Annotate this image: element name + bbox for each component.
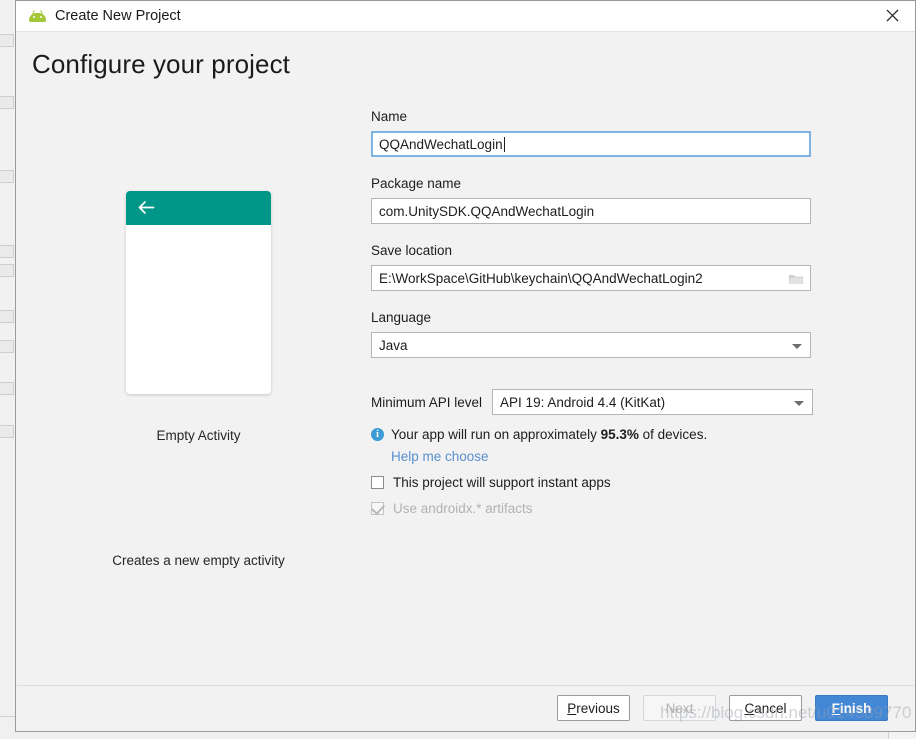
finish-button-mnemonic: F	[831, 700, 840, 716]
project-config-form: Name QQAndWechatLogin Package name com.U…	[371, 109, 816, 516]
language-label: Language	[371, 310, 432, 325]
save-location-label: Save location	[371, 243, 453, 258]
close-icon[interactable]	[870, 1, 915, 30]
dialog-button-bar: Previous Next Cancel Finish	[16, 695, 915, 733]
name-input-value: QQAndWechatLogin	[379, 136, 503, 152]
min-api-level-value: API 19: Android 4.4 (KitKat)	[500, 394, 666, 410]
device-coverage-prefix: Your app will run on approximately	[391, 427, 601, 442]
name-input[interactable]: QQAndWechatLogin	[371, 131, 811, 157]
device-coverage-suffix: of devices.	[638, 427, 708, 442]
cancel-button-label: ancel	[754, 700, 787, 716]
instant-apps-row[interactable]: This project will support instant apps	[371, 475, 816, 490]
preview-appbar	[126, 191, 271, 225]
template-preview-panel: Empty Activity Creates a new empty activ…	[16, 191, 381, 568]
check-icon	[371, 500, 385, 516]
package-name-input-value: com.UnitySDK.QQAndWechatLogin	[379, 203, 595, 219]
previous-button[interactable]: Previous	[557, 695, 630, 721]
previous-button-label: revious	[576, 700, 620, 716]
background-tab	[0, 310, 14, 323]
folder-open-icon[interactable]	[788, 272, 804, 288]
next-button-label: Next	[665, 700, 694, 716]
background-tab	[0, 34, 14, 47]
language-select-value: Java	[379, 337, 408, 353]
package-name-input[interactable]: com.UnitySDK.QQAndWechatLogin	[371, 198, 811, 224]
field-name: Name QQAndWechatLogin	[371, 109, 816, 157]
cancel-button[interactable]: Cancel	[729, 695, 802, 721]
chevron-down-icon	[794, 401, 805, 406]
save-location-input[interactable]: E:\WorkSpace\GitHub\keychain\QQAndWechat…	[371, 265, 811, 291]
field-min-api-level: Minimum API level API 19: Android 4.4 (K…	[371, 389, 816, 415]
min-api-level-select[interactable]: API 19: Android 4.4 (KitKat)	[492, 389, 814, 415]
name-label: Name	[371, 109, 408, 124]
chevron-down-icon	[792, 344, 802, 349]
field-language: Language Java	[371, 310, 816, 358]
background-tab	[0, 382, 14, 395]
dialog-title: Create New Project	[55, 8, 181, 24]
background-tab	[0, 264, 14, 277]
androidx-label: Use androidx.* artifacts	[393, 501, 533, 516]
footer-divider	[17, 685, 914, 686]
cancel-button-mnemonic: C	[744, 700, 755, 716]
activity-preview-image	[126, 191, 271, 394]
background-tab	[0, 425, 14, 438]
instant-apps-label: This project will support instant apps	[393, 475, 611, 490]
background-tab	[0, 170, 14, 183]
template-name-label: Empty Activity	[156, 428, 241, 443]
text-caret	[503, 136, 505, 152]
android-robot-icon	[29, 9, 46, 22]
device-coverage-info: i Your app will run on approximately 95.…	[371, 427, 816, 442]
page-title: Configure your project	[32, 49, 290, 79]
next-button: Next	[643, 695, 716, 721]
save-location-input-value: E:\WorkSpace\GitHub\keychain\QQAndWechat…	[379, 270, 703, 286]
instant-apps-checkbox[interactable]	[371, 476, 384, 489]
language-select[interactable]: Java	[371, 332, 811, 358]
create-new-project-dialog: Create New Project Configure your projec…	[15, 0, 916, 732]
androidx-row: Use androidx.* artifacts	[371, 500, 816, 516]
dialog-titlebar: Create New Project	[16, 1, 915, 32]
field-save-location: Save location E:\WorkSpace\GitHub\keycha…	[371, 243, 816, 291]
previous-button-mnemonic: P	[567, 700, 577, 716]
background-tab	[0, 340, 14, 353]
device-coverage-percent: 95.3%	[600, 427, 639, 442]
back-arrow-icon	[138, 200, 155, 220]
min-api-level-label: Minimum API level	[371, 394, 483, 410]
background-tab	[0, 96, 14, 109]
field-package-name: Package name com.UnitySDK.QQAndWechatLog…	[371, 176, 816, 224]
help-me-choose-link[interactable]: Help me choose	[391, 449, 816, 464]
template-description-label: Creates a new empty activity	[112, 553, 285, 568]
finish-button-label: inish	[839, 700, 872, 716]
info-icon: i	[371, 428, 384, 441]
androidx-checkbox	[371, 500, 385, 516]
background-tab	[0, 245, 14, 258]
package-name-label: Package name	[371, 176, 462, 191]
device-coverage-text: Your app will run on approximately 95.3%…	[391, 427, 707, 442]
finish-button[interactable]: Finish	[815, 695, 888, 721]
